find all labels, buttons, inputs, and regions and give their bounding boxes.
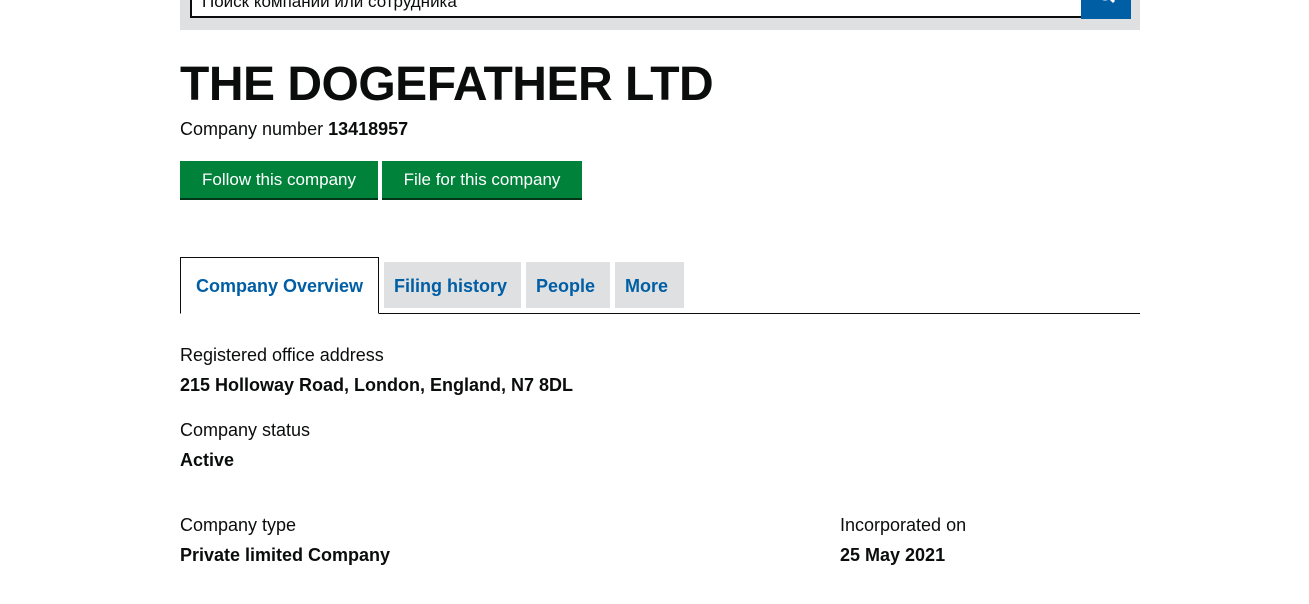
incorporated-label: Incorporated on [840,515,967,535]
search-bar [180,0,1140,30]
tab-company-overview[interactable]: Company Overview [180,257,379,314]
company-number: Company number 13418957 [180,118,408,140]
company-status-value: Active [180,450,235,470]
registered-office-value: 215 Holloway Road, London, England, N7 8… [180,375,574,395]
company-number-value: 13418957 [328,119,409,139]
registered-office-label: Registered office address [180,345,384,365]
search-input[interactable] [190,0,1091,18]
page: THE DOGEFATHER LTD Company number 134189… [0,0,1309,604]
tab-filing-history[interactable]: Filing history [384,262,521,308]
search-button[interactable] [1081,0,1131,19]
search-icon [1102,0,1116,4]
tab-people[interactable]: People [526,262,610,308]
tab-more[interactable]: More [615,262,684,308]
company-type-label: Company type [180,515,297,535]
company-status-label: Company status [180,420,311,440]
incorporated-value: 25 May 2021 [840,545,946,565]
company-type-value: Private limited Company [180,545,391,565]
file-for-company-button[interactable]: File for this company [382,161,582,198]
follow-company-button[interactable]: Follow this company [180,161,378,198]
page-title: THE DOGEFATHER LTD [180,58,714,111]
company-number-label: Company number [180,119,324,139]
